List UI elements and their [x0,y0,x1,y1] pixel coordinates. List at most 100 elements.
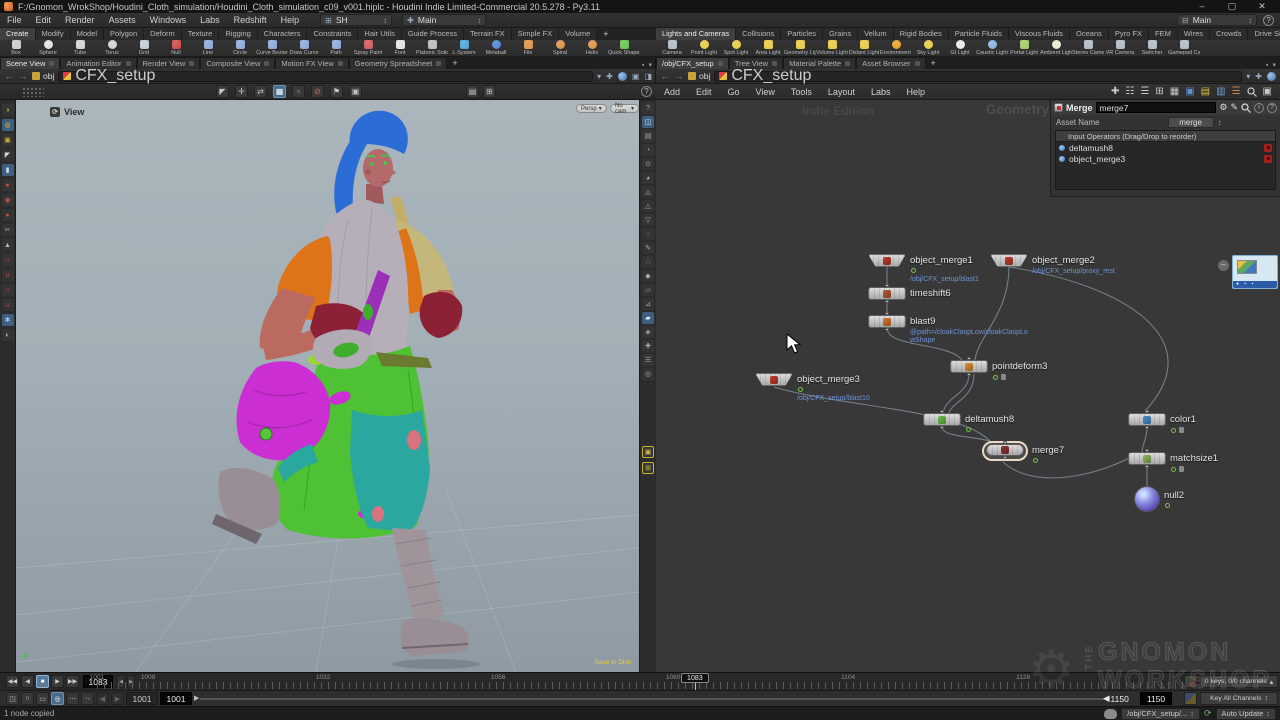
node-body[interactable] [868,315,906,328]
shelf-set-dropdown[interactable]: ⊞ SH ↕ [320,14,392,26]
pane-tab-menu-icon[interactable] [845,61,850,66]
close-button[interactable]: ✕ [1256,1,1268,12]
node-body[interactable] [986,444,1024,456]
shelf-tab-deform[interactable]: Deform [144,28,182,40]
timeline-ruler[interactable]: 1001100810321056108011041128 1083 [97,673,1184,691]
pane-tab-menu-icon[interactable] [772,61,777,66]
menu-edit[interactable]: Edit [29,13,59,28]
context-path-dropdown[interactable]: /obj/CFX_setup/...↕ [1121,708,1200,720]
small-square-icon[interactable]: ▫ [292,85,305,98]
range-start-field[interactable]: 1001 [160,692,192,705]
shelf-tab-viscous-fluids[interactable]: Viscous Fluids [1009,28,1070,40]
shelf-tab-model[interactable]: Model [71,28,104,40]
display-flag-icon[interactable] [1033,458,1038,463]
shelf-tab-texture[interactable]: Texture [182,28,220,40]
snap-grid-magnet-icon[interactable]: ∪ [2,269,14,281]
shelf-tool-switcher[interactable]: Switcher [1136,40,1168,56]
input-port-icon[interactable] [940,410,944,413]
snap-point-magnet-icon[interactable]: ∩ [2,284,14,296]
update-mode-dropdown[interactable]: Auto Update↕ [1216,708,1276,720]
show-origins-icon[interactable]: ● [2,209,14,221]
shelf-tool-l-system[interactable]: L-System [448,40,480,56]
shelf-tool-grid[interactable]: Grid [128,40,160,56]
persp-button[interactable]: Persp▾ [576,104,607,113]
pane-add-tab-button[interactable]: + [447,57,462,69]
normal-light-icon[interactable]: ◕ [642,172,654,184]
node-color1[interactable]: color1 [1128,413,1166,426]
show-points-icon[interactable]: ◉ [2,194,14,206]
shelf-tool-circle[interactable]: Circle [224,40,256,56]
desktop-dropdown[interactable]: ✚ Main ↕ [402,14,486,26]
shelf-tool-sphere[interactable]: Sphere [32,40,64,56]
input-port-icon[interactable] [1145,449,1149,452]
net-dropdown-arrow-icon[interactable]: ▾ [1246,72,1250,81]
remove-operator-button[interactable] [1264,144,1272,152]
shelf-tool-ambient-light[interactable]: Ambient Light [1040,40,1072,56]
shelf-tool-area-light[interactable]: Area Light [752,40,784,56]
snapshot-icon[interactable]: ▣ [642,446,654,458]
shelf-tab-fem[interactable]: FEM [1149,28,1178,40]
tools-icon[interactable]: ✚ [1111,86,1119,97]
pane-tab-menu-icon[interactable] [126,61,131,66]
menu-render[interactable]: Render [58,13,102,28]
next-key-button[interactable]: ▶ [111,692,124,705]
shelf-tool-box[interactable]: Box [0,40,32,56]
no-render-icon[interactable]: ⊘ [311,85,324,98]
node-name-field[interactable]: merge7 [1096,102,1217,113]
pane-tab-menu-icon[interactable] [915,61,920,66]
asset-stepper-icon[interactable]: ↕ [1218,118,1222,127]
split-view-icon[interactable]: ◐ [2,329,14,341]
key-all-icon[interactable] [1184,692,1197,705]
keys-summary-button[interactable]: 0 keys, 0/0 channels▴ [1200,675,1278,688]
display-flag-icon[interactable] [993,375,998,380]
shelf-tab-vellum[interactable]: Vellum [858,28,894,40]
node-body[interactable] [868,287,906,300]
menu-file[interactable]: File [0,13,29,28]
pane-tab-menu-icon[interactable] [189,61,194,66]
lock-flag-icon[interactable] [1179,466,1184,472]
gear-flower-icon[interactable]: ✱ [2,314,14,326]
pane-add-tab-button[interactable]: + [926,57,941,69]
node-body[interactable] [990,254,1028,267]
lock-camera-icon[interactable]: ◔ [642,144,654,156]
range-slider-track[interactable] [200,698,1105,700]
map-icon[interactable]: ▣ [1185,86,1194,97]
pane-tab-composite-view[interactable]: Composite View [200,57,275,69]
input-port-icon[interactable] [967,357,971,360]
shelf-tool-line[interactable]: Line [192,40,224,56]
pane-tab-menu-icon[interactable] [49,61,54,66]
point-numbers-icon[interactable]: ∴ [642,256,654,268]
shelf-tab-lights-and-cameras[interactable]: Lights and Cameras [656,28,736,40]
lock-flag-icon[interactable] [1001,374,1006,380]
stowbar-icon[interactable]: ▣ [632,72,640,81]
output-port-icon[interactable] [1145,426,1149,429]
shelf-tool-null[interactable]: Null [160,40,192,56]
forward-arrow-icon[interactable]: → [18,71,28,81]
pane-stow-icon[interactable]: ▪ [1266,62,1268,69]
shelf-tool-distant-light[interactable]: Distant Light [848,40,880,56]
shelf-tab-terrain-fx[interactable]: Terrain FX [464,28,512,40]
brush-icon[interactable]: ✎ [1230,102,1238,113]
stowbar2-icon[interactable]: ◨ [644,72,652,81]
shelf-tab-modify[interactable]: Modify [36,28,71,40]
lock-selection-icon[interactable]: ▮ [2,164,14,176]
output-port-icon[interactable] [885,328,889,331]
shelf-tab-wires[interactable]: Wires [1178,28,1210,40]
headlight-icon[interactable]: ⊙ [642,158,654,170]
sync-icon[interactable] [618,72,627,81]
param-help-icon[interactable]: ? [1267,103,1277,113]
shelf-tool-volume-light[interactable]: Volume Light [816,40,848,56]
grid2-icon[interactable]: ▦ [1170,86,1179,97]
move-handles-icon[interactable]: ✛ [235,85,248,98]
group-list-icon[interactable]: ☰ [642,354,654,366]
pane-tab-menu-icon[interactable] [436,61,441,66]
shelf-tool-portal-light[interactable]: Portal Light [1008,40,1040,56]
info-icon[interactable]: i [1254,103,1264,113]
desktop-stepper[interactable]: ↕ [477,16,481,25]
net-menu-edit[interactable]: Edit [688,84,720,100]
remove-operator-button[interactable] [1264,155,1272,163]
floating-mini-panel[interactable]: ● ▪ ▪ [1232,255,1278,289]
draw-curve-icon[interactable]: ▰ [642,312,654,324]
node-object_merge2[interactable]: object_merge2/obj/CFX_setup/proxy_rest [990,254,1028,267]
pane-tab-asset-browser[interactable]: Asset Browser [856,57,925,69]
